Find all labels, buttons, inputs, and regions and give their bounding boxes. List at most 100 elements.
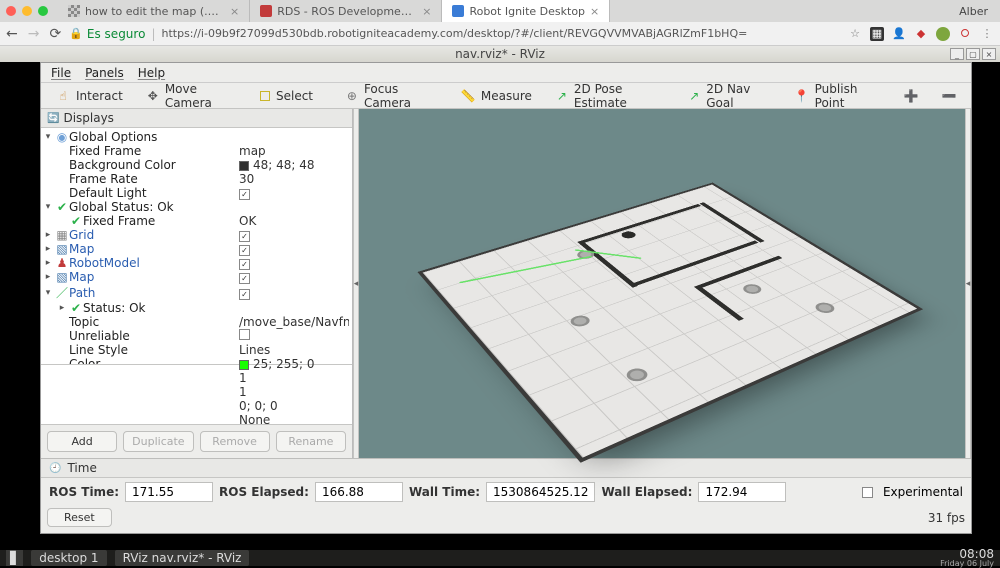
tree-value[interactable]: map [239,144,266,158]
tab-title: how to edit the map (.pbm) bu [85,5,225,18]
back-icon[interactable]: ← [6,26,18,42]
tree-value[interactable]: 30 [239,172,254,186]
menu-file[interactable]: File [51,66,71,80]
minimize-icon[interactable] [22,6,32,16]
map-visual [359,109,965,458]
checkbox-icon [862,487,873,498]
tree-value[interactable]: ✓ [239,186,254,200]
tree-label[interactable]: RobotModel [69,256,140,270]
tree-label[interactable]: Map [69,242,94,256]
taskbar-desktop[interactable]: desktop 1 [31,550,106,566]
tree-label: Topic [69,315,99,329]
3d-view[interactable] [359,109,965,458]
tree-value[interactable]: ✓ [239,286,254,300]
tree-label: Line Style [69,343,128,357]
browser-tab-1[interactable]: RDS - ROS Development Studi × [250,0,442,22]
extension-icons: ☆ ▦ 👤 ◆ ⭘ ⋮ [848,27,994,41]
tab-favicon-icon [260,5,272,17]
tree-label: Status: Ok [83,301,146,315]
tab-close-icon[interactable]: × [230,5,239,18]
displays-footer: Add Duplicate Remove Rename [41,424,352,458]
tab-close-icon[interactable]: × [590,5,599,18]
tree-label[interactable]: Map [69,270,94,284]
hand-icon: ☝ [56,89,70,103]
window-max-icon[interactable]: ▢ [966,48,980,60]
tree-value[interactable]: ✓ [239,256,254,270]
wall-elapsed-label: Wall Elapsed: [601,485,692,499]
secure-lock-icon: 🔒 Es seguro [69,27,145,41]
secure-label: Es seguro [87,27,146,41]
description-area [41,364,352,424]
measure-icon: 📏 [461,89,475,103]
ext-icon[interactable] [936,27,950,41]
chevron-down-icon[interactable]: ▾ [41,132,55,142]
window-close-icon[interactable]: × [982,48,996,60]
map-floor [417,183,923,463]
browser-tab-strip: how to edit the map (.pbm) bu × RDS - RO… [0,0,1000,22]
displays-title: Displays [63,111,113,125]
check-icon: ✔ [69,214,83,228]
time-panel: ROS Time: 171.55 ROS Elapsed: 166.88 Wal… [41,478,971,506]
tool-measure[interactable]: 📏Measure [450,85,543,107]
reset-button[interactable]: Reset [47,508,112,527]
taskbar-app[interactable]: RViz nav.rviz* - RViz [115,550,250,566]
forward-icon[interactable]: → [28,26,40,42]
tree-label[interactable]: Grid [69,228,94,242]
taskbar-clock: 08:08 Friday 06 July [940,548,994,568]
plus-icon: ➕ [904,89,918,103]
url-bar[interactable]: 🔒 Es seguro | https://i-09b9f27099d530bd… [69,27,840,41]
displays-tree[interactable]: ▾◉Global Options Fixed Framemap Backgrou… [41,128,352,364]
browser-tab-0[interactable]: how to edit the map (.pbm) bu × [58,0,250,22]
tree-value[interactable]: 25; 255; 0 [239,357,315,364]
splitter-handle-right[interactable]: ◂ [965,109,971,458]
ext-icon[interactable]: ▦ [870,27,884,41]
globe-icon: ◉ [55,130,69,144]
tree-value[interactable]: 48; 48; 48 [239,158,315,172]
chevron-right-icon[interactable]: ▸ [41,258,55,268]
remote-desktop: nav.rviz* - RViz _ ▢ × File Panels Help … [0,46,1000,566]
chevron-right-icon[interactable]: ▸ [55,303,69,313]
close-icon[interactable] [6,6,16,16]
tree-value[interactable]: ✓ [239,270,254,284]
tool-interact[interactable]: ☝Interact [45,85,134,107]
tab-close-icon[interactable]: × [422,5,431,18]
experimental-checkbox[interactable]: Experimental [862,485,963,499]
ext-icon[interactable]: ⭘ [958,27,972,41]
tool-select[interactable]: Select [249,85,324,107]
displays-header[interactable]: Displays [41,109,352,128]
ext-icon[interactable]: 👤 [892,27,906,41]
tree-label[interactable]: Path [69,286,95,300]
chevron-down-icon[interactable]: ▾ [41,288,55,298]
checkbox-icon: ✓ [239,189,250,200]
chevron-right-icon[interactable]: ▸ [41,244,55,254]
maximize-icon[interactable] [38,6,48,16]
window-titlebar[interactable]: nav.rviz* - RViz _ ▢ × [0,46,1000,62]
menu-panels[interactable]: Panels [85,66,124,80]
menu-icon[interactable]: ⋮ [980,27,994,41]
tree-value[interactable] [239,329,254,343]
window-title: nav.rviz* - RViz [455,47,545,61]
window-min-icon[interactable]: _ [950,48,964,60]
color-swatch [239,161,249,171]
tree-value[interactable]: Lines [239,343,270,357]
chevron-right-icon[interactable]: ▸ [41,272,55,282]
taskbar-menu-icon[interactable]: ▋ [6,550,23,566]
time-panel-header[interactable]: Time [41,458,971,478]
chevron-right-icon[interactable]: ▸ [41,230,55,240]
browser-tab-2[interactable]: Robot Ignite Desktop × [442,0,610,22]
ext-icon[interactable]: ◆ [914,27,928,41]
tree-label: Global Status: Ok [69,200,174,214]
add-button[interactable]: Add [47,431,117,452]
chevron-down-icon[interactable]: ▾ [41,202,55,212]
tree-value[interactable]: ✓ [239,228,254,242]
reload-icon[interactable]: ⟳ [49,26,61,42]
star-icon[interactable]: ☆ [848,27,862,41]
tree-value[interactable]: /move_base/NavfnROS/pl... [239,315,349,329]
tool-remove-icon[interactable]: ➖ [931,85,967,107]
tree-value[interactable]: ✓ [239,242,254,256]
checkbox-icon: ✓ [239,289,250,300]
window-controls[interactable] [6,6,48,16]
wall-elapsed-value: 172.94 [698,482,786,502]
grid-icon: ▦ [55,228,69,242]
tool-add-icon[interactable]: ➕ [893,85,929,107]
